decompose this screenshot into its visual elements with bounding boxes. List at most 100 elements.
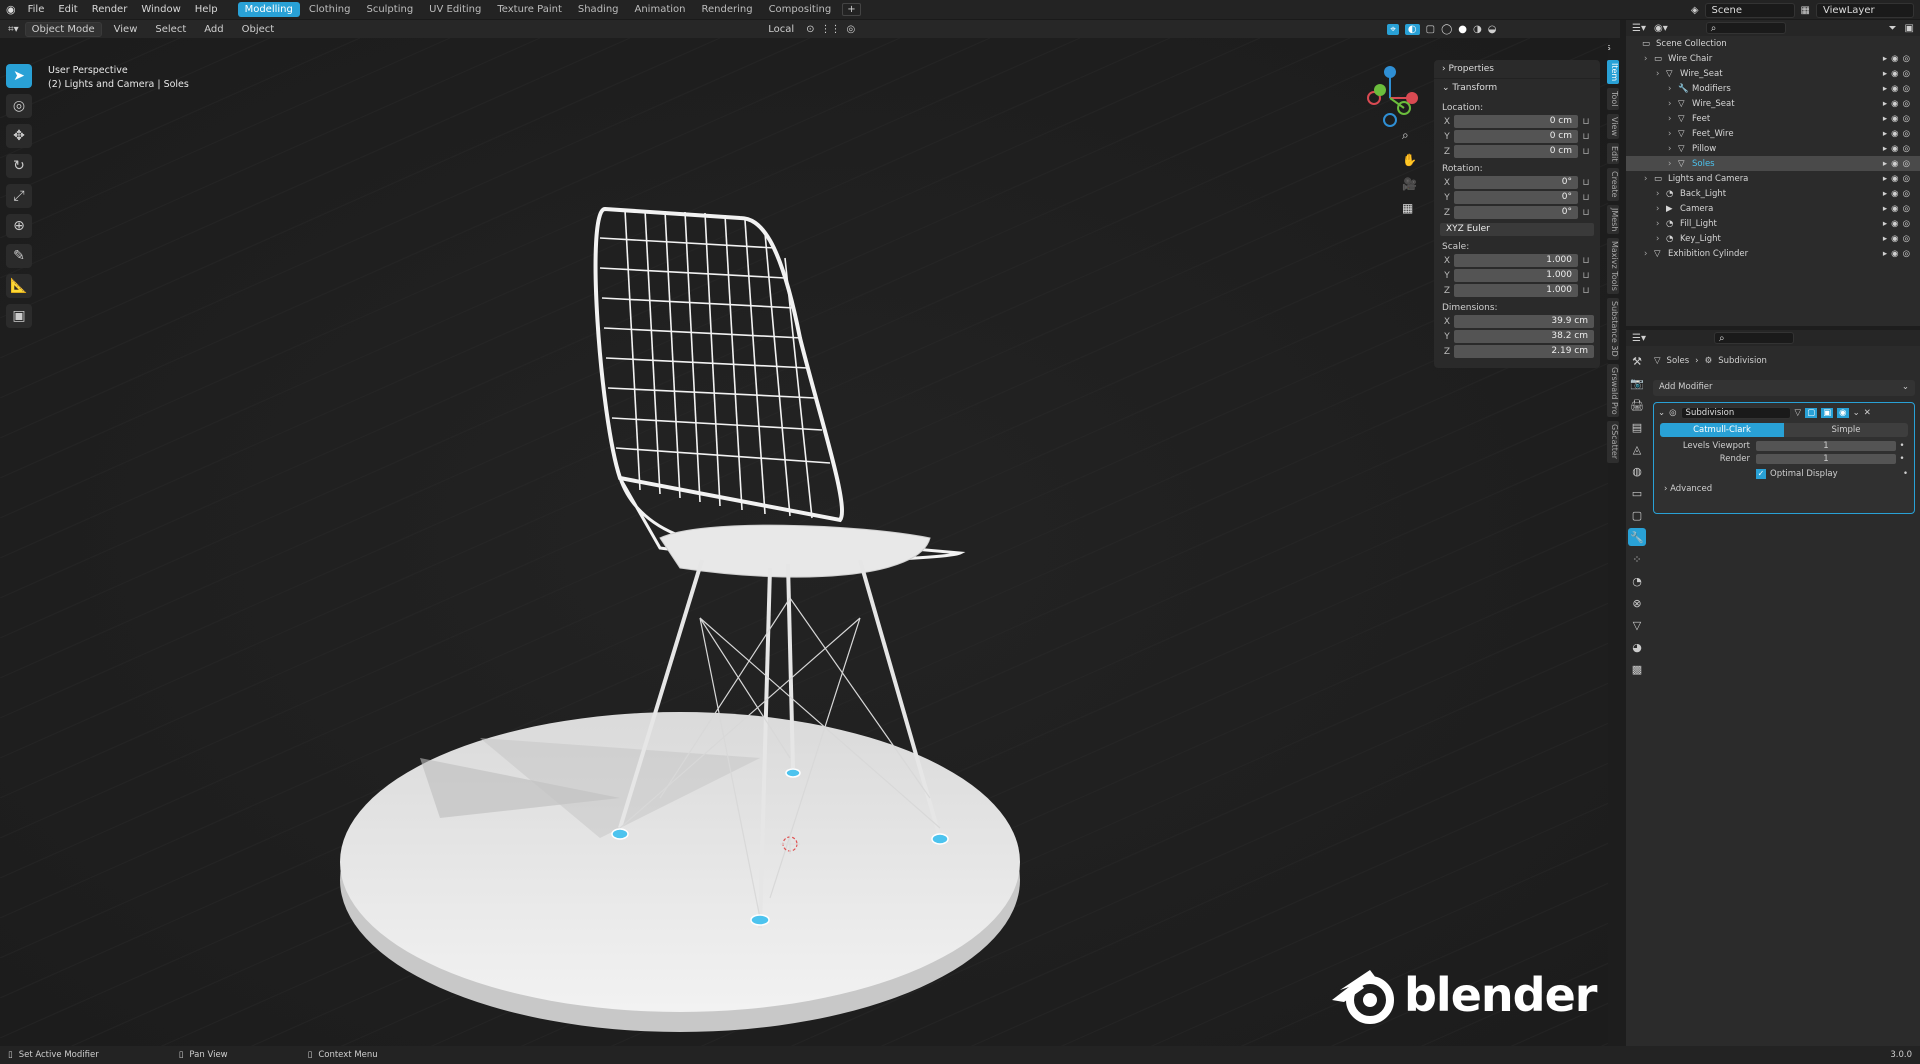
shading-wire-icon[interactable]: ◯ bbox=[1441, 24, 1452, 35]
dimensions-y-field[interactable]: 38.2 cm bbox=[1454, 330, 1594, 343]
tab-tool[interactable]: Tool bbox=[1607, 88, 1619, 110]
tab-uv-editing[interactable]: UV Editing bbox=[422, 2, 488, 17]
outliner-search-input[interactable]: ⌕ bbox=[1705, 22, 1786, 34]
pan-icon[interactable]: ✋ bbox=[1402, 153, 1417, 167]
cursor-tool-icon[interactable]: ◎ bbox=[6, 94, 32, 118]
tab-view[interactable]: View bbox=[1607, 113, 1619, 139]
physics-tab-icon[interactable]: ◔ bbox=[1628, 572, 1646, 590]
transform-tool-icon[interactable]: ⊕ bbox=[6, 214, 32, 238]
expand-arrow-icon[interactable]: › bbox=[1656, 234, 1666, 244]
object-tab-icon[interactable]: ▢ bbox=[1628, 506, 1646, 524]
shading-rendered-icon[interactable]: ◒ bbox=[1488, 24, 1497, 35]
lock-icon[interactable]: ⊔ bbox=[1578, 147, 1594, 157]
properties-section[interactable]: › Properties bbox=[1434, 60, 1600, 78]
outliner-row[interactable]: › 🔧 Modifiers ▸◉◎ bbox=[1626, 81, 1920, 96]
rotation-x-field[interactable]: 0° bbox=[1454, 176, 1578, 189]
expand-arrow-icon[interactable]: › bbox=[1656, 204, 1666, 214]
lock-icon[interactable]: ⊔ bbox=[1578, 193, 1594, 203]
keyframe-dot-icon[interactable]: • bbox=[1903, 469, 1908, 479]
scene-tab-icon[interactable]: ◬ bbox=[1628, 440, 1646, 458]
visibility-icons[interactable]: ▸◉◎ bbox=[1883, 174, 1914, 184]
expand-arrow-icon[interactable]: › bbox=[1668, 84, 1678, 94]
outliner-row[interactable]: › ▭ Wire Chair ▸◉◎ bbox=[1626, 51, 1920, 66]
properties-editor-icon[interactable]: ☰▾ bbox=[1632, 333, 1646, 344]
menu-window[interactable]: Window bbox=[135, 2, 186, 17]
gizmo-toggle-icon[interactable]: ⌖ bbox=[1387, 23, 1399, 35]
add-cube-tool-icon[interactable]: ▣ bbox=[6, 304, 32, 328]
3d-viewport[interactable]: ➤ ◎ ✥ ↻ ⤢ ⊕ ✎ 📐 ▣ User Perspective (2) L… bbox=[0, 38, 1608, 1046]
snap-icon[interactable]: ⋮⋮ bbox=[821, 24, 841, 35]
tab-edit[interactable]: Edit bbox=[1607, 142, 1619, 165]
edit-mode-toggle-icon[interactable]: ▽ bbox=[1795, 408, 1802, 418]
location-z-field[interactable]: 0 cm bbox=[1454, 145, 1578, 158]
visibility-icons[interactable]: ▸◉◎ bbox=[1883, 249, 1914, 259]
catmull-clark-button[interactable]: Catmull-Clark bbox=[1660, 423, 1784, 437]
expand-arrow-icon[interactable]: › bbox=[1644, 174, 1654, 184]
advanced-section[interactable]: › Advanced bbox=[1664, 484, 1904, 494]
tab-create[interactable]: Create bbox=[1607, 168, 1619, 201]
tab-jmesh[interactable]: JMesh bbox=[1607, 204, 1619, 235]
visibility-icons[interactable]: ▸◉◎ bbox=[1883, 84, 1914, 94]
chevron-down-icon[interactable]: ⌄ bbox=[1658, 408, 1665, 418]
optimal-display-checkbox[interactable]: ✓ bbox=[1756, 469, 1766, 479]
tab-modelling[interactable]: Modelling bbox=[237, 2, 300, 17]
display-mode-icon[interactable]: ◉▾ bbox=[1654, 23, 1668, 34]
material-tab-icon[interactable]: ◕ bbox=[1628, 638, 1646, 656]
modifier-tab-icon[interactable]: 🔧 bbox=[1628, 528, 1646, 546]
visibility-icons[interactable]: ▸◉◎ bbox=[1883, 99, 1914, 109]
rotate-tool-icon[interactable]: ↻ bbox=[6, 154, 32, 178]
viewport-scene[interactable] bbox=[0, 38, 1608, 1046]
view-layer-tab-icon[interactable]: ▤ bbox=[1628, 418, 1646, 436]
expand-arrow-icon[interactable]: › bbox=[1644, 249, 1654, 259]
keyframe-dot-icon[interactable]: • bbox=[1896, 441, 1908, 451]
particles-tab-icon[interactable]: ⁘ bbox=[1628, 550, 1646, 568]
dropdown-icon[interactable]: ⌄ bbox=[1853, 408, 1860, 418]
mode-selector[interactable]: Object Mode bbox=[24, 21, 102, 37]
expand-arrow-icon[interactable]: › bbox=[1668, 99, 1678, 109]
visibility-icons[interactable]: ▸◉◎ bbox=[1883, 234, 1914, 244]
rotation-z-field[interactable]: 0° bbox=[1454, 206, 1578, 219]
outliner-row[interactable]: › ▭ Lights and Camera ▸◉◎ bbox=[1626, 171, 1920, 186]
outliner-row[interactable]: › ◔ Fill_Light ▸◉◎ bbox=[1626, 216, 1920, 231]
output-tab-icon[interactable]: 🖨 bbox=[1628, 396, 1646, 414]
shading-material-icon[interactable]: ◑ bbox=[1473, 24, 1482, 35]
tab-texture-paint[interactable]: Texture Paint bbox=[490, 2, 569, 17]
scale-z-field[interactable]: 1.000 bbox=[1454, 284, 1578, 297]
scene-selector[interactable]: Scene bbox=[1704, 2, 1795, 18]
expand-arrow-icon[interactable]: › bbox=[1644, 54, 1654, 64]
dimensions-x-field[interactable]: 39.9 cm bbox=[1454, 315, 1594, 328]
menu-edit[interactable]: Edit bbox=[52, 2, 83, 17]
blender-menu-icon[interactable]: ◉ bbox=[6, 3, 16, 16]
transform-section[interactable]: ⌄ Transform bbox=[1434, 78, 1600, 97]
outliner-row[interactable]: › ▶ Camera ▸◉◎ bbox=[1626, 201, 1920, 216]
constraints-tab-icon[interactable]: ⊗ bbox=[1628, 594, 1646, 612]
zoom-icon[interactable]: ⌕ bbox=[1402, 128, 1417, 143]
menu-render[interactable]: Render bbox=[86, 2, 134, 17]
add-modifier-button[interactable]: Add Modifier ⌄ bbox=[1653, 380, 1915, 396]
outliner-row[interactable]: › ▽ Feet_Wire ▸◉◎ bbox=[1626, 126, 1920, 141]
transform-orientation[interactable]: Local bbox=[762, 23, 800, 36]
camera-view-icon[interactable]: 🎥 bbox=[1402, 177, 1417, 191]
tab-shading[interactable]: Shading bbox=[571, 2, 626, 17]
expand-arrow-icon[interactable]: › bbox=[1668, 144, 1678, 154]
simple-button[interactable]: Simple bbox=[1784, 423, 1908, 437]
outliner-row[interactable]: ▭ Scene Collection bbox=[1626, 36, 1920, 51]
menu-object[interactable]: Object bbox=[236, 23, 281, 36]
rotation-y-field[interactable]: 0° bbox=[1454, 191, 1578, 204]
monitor-toggle-icon[interactable]: ▣ bbox=[1821, 408, 1834, 418]
outliner-row[interactable]: › ▽ Pillow ▸◉◎ bbox=[1626, 141, 1920, 156]
tab-grswald-pro[interactable]: Grswald Pro bbox=[1607, 363, 1619, 418]
shading-solid-icon[interactable]: ● bbox=[1458, 24, 1467, 35]
menu-file[interactable]: File bbox=[22, 2, 51, 17]
camera-toggle-icon[interactable]: ◉ bbox=[1837, 408, 1849, 418]
add-workspace-button[interactable]: + bbox=[842, 3, 861, 16]
visibility-icons[interactable]: ▸◉◎ bbox=[1883, 204, 1914, 214]
move-tool-icon[interactable]: ✥ bbox=[6, 124, 32, 148]
visibility-icons[interactable]: ▸◉◎ bbox=[1883, 159, 1914, 169]
outliner-row[interactable]: › ▽ Wire_Seat ▸◉◎ bbox=[1626, 96, 1920, 111]
menu-view[interactable]: View bbox=[108, 23, 144, 36]
tab-gscatter[interactable]: GScatter bbox=[1607, 421, 1619, 463]
dimensions-z-field[interactable]: 2.19 cm bbox=[1454, 345, 1594, 358]
tab-item[interactable]: Item bbox=[1607, 60, 1619, 85]
outliner-row[interactable]: › ▽ Feet ▸◉◎ bbox=[1626, 111, 1920, 126]
